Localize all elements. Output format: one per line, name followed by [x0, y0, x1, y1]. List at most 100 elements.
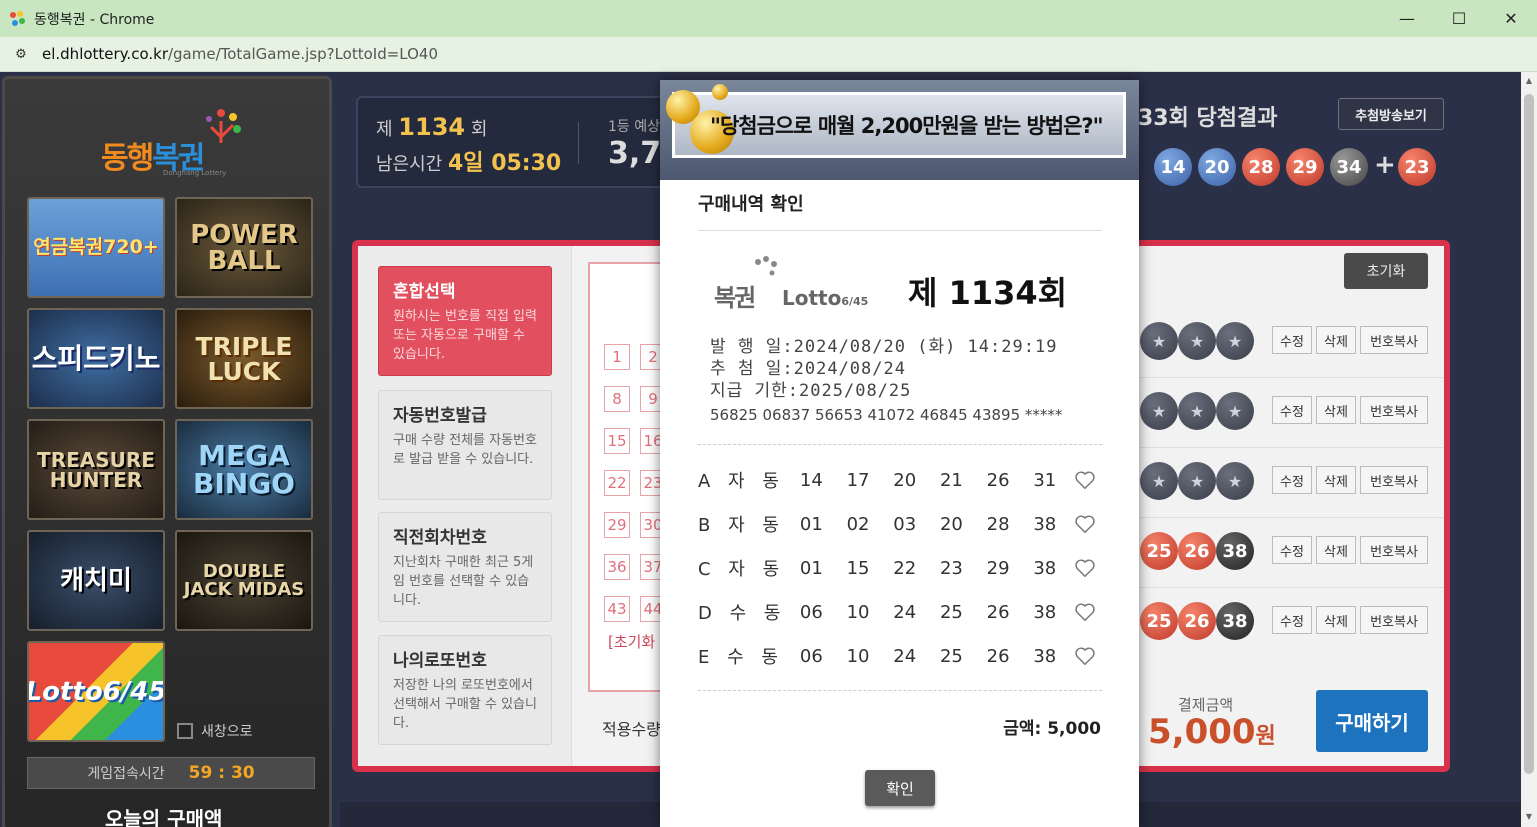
address-bar[interactable]: ⚙ el.dhlottery.co.kr /game/TotalGame.jsp… — [0, 37, 1537, 72]
slot-row: ★ ★ ★ 수정 삭제 번호복사 — [1128, 448, 1444, 518]
slot-ball: 26 — [1178, 532, 1216, 570]
game-tile-speedkeno[interactable]: 스피드키노 — [27, 308, 165, 409]
tile-triple-label: TRIPLE LUCK — [195, 331, 293, 386]
purchase-confirm-modal: "당첨금으로 매월 2,200만원을 받는 방법은?" 구매내역 확인 복권 L… — [660, 80, 1139, 827]
mode-previous[interactable]: 직전회차번호 지난회차 구매한 최근 5게임 번호를 선택할 수 있습니다. — [378, 512, 552, 622]
edit-button[interactable]: 수정 — [1272, 536, 1312, 564]
logo-subtitle: Donghang Lottery — [163, 169, 227, 177]
divider — [698, 444, 1102, 445]
game-tile-catchme[interactable]: 캐치미 — [27, 530, 165, 631]
heart-icon[interactable] — [1074, 557, 1096, 579]
mode-title: 혼합선택 — [393, 282, 456, 302]
logo-lotto-text: Lotto — [782, 286, 842, 310]
edit-button[interactable]: 수정 — [1272, 396, 1312, 424]
scroll-up-icon[interactable]: ▲ — [1524, 76, 1534, 86]
tile-catch-label: 캐치미 — [60, 565, 132, 596]
buy-button[interactable]: 구매하기 — [1316, 690, 1428, 752]
game-number: 20 — [939, 513, 963, 535]
game-tile-treasurehunter[interactable]: TREASURE HUNTER — [27, 419, 165, 520]
game-number: 02 — [846, 513, 870, 535]
game-label: C 자 동 — [698, 559, 786, 580]
delete-button[interactable]: 삭제 — [1316, 326, 1356, 354]
apply-quantity-label: 적용수량 — [602, 720, 661, 739]
new-window-option[interactable]: 새창으로 — [177, 721, 253, 741]
game-tile-powerball[interactable]: POWER BALL — [175, 197, 313, 298]
game-tile-tripleluck[interactable]: TRIPLE LUCK — [175, 308, 313, 409]
grid-number[interactable]: 36 — [604, 554, 630, 580]
close-button[interactable]: ✕ — [1485, 0, 1537, 37]
maximize-button[interactable]: ☐ — [1433, 0, 1485, 37]
game-number: 03 — [893, 513, 917, 535]
edit-button[interactable]: 수정 — [1272, 466, 1312, 494]
round-number: 1134 — [398, 113, 466, 141]
copy-button[interactable]: 번호복사 — [1360, 606, 1428, 634]
site-info-icon[interactable]: ⚙ — [6, 42, 36, 66]
tile-doublejack-label: DOUBLE JACK MIDAS — [183, 560, 305, 600]
site-logo[interactable]: 동행복권 Donghang Lottery — [101, 107, 251, 179]
mode-desc: 저장한 나의 로또번호에서 선택해서 구매할 수 있습니다. — [393, 678, 537, 731]
empty-ball-icon: ★ — [1216, 322, 1254, 360]
game-number: 38 — [1033, 601, 1057, 623]
broadcast-button[interactable]: 추첨방송보기 — [1338, 98, 1444, 130]
empty-ball-icon: ★ — [1216, 462, 1254, 500]
game-number: 23 — [939, 557, 963, 579]
grid-number[interactable]: 1 — [604, 344, 630, 370]
divider — [578, 122, 579, 164]
game-tile-megabingo[interactable]: MEGA BINGO — [175, 419, 313, 520]
grid-number[interactable]: 15 — [604, 428, 630, 454]
new-window-checkbox[interactable] — [177, 723, 193, 739]
tile-mega-label: MEGA BINGO — [193, 438, 295, 500]
ticket-round: 제 1134회 — [908, 274, 1068, 312]
winning-ball: 20 — [1198, 148, 1236, 186]
delete-button[interactable]: 삭제 — [1316, 466, 1356, 494]
mode-desc: 지난회차 구매한 최근 5게임 번호를 선택할 수 있습니다. — [393, 555, 534, 608]
heart-icon[interactable] — [1074, 469, 1096, 491]
grid-number[interactable]: 8 — [604, 386, 630, 412]
game-number: 26 — [986, 469, 1010, 491]
window-title: 동행복권 - Chrome — [34, 11, 155, 28]
game-number: 10 — [846, 645, 870, 667]
game-row: B 자 동 01 02 03 20 28 38 — [698, 504, 1102, 544]
slot-row: 25 26 38 수정 삭제 번호복사 — [1128, 518, 1444, 588]
game-tile-lotto645[interactable]: Lotto6/45 — [27, 641, 165, 742]
game-number: 25 — [939, 601, 963, 623]
grid-number[interactable]: 22 — [604, 470, 630, 496]
mode-mylotto[interactable]: 나의로또번호 저장한 나의 로또번호에서 선택해서 구매할 수 있습니다. — [378, 635, 552, 745]
lotto-logo: 복권 Lotto6/45 — [714, 256, 874, 316]
delete-button[interactable]: 삭제 — [1316, 396, 1356, 424]
mode-mixed[interactable]: 혼합선택 원하시는 번호를 직접 입력 또는 자동으로 구매할 수 있습니다. — [378, 266, 552, 376]
remain-label: 남은시간 — [376, 154, 443, 175]
edit-button[interactable]: 수정 — [1272, 326, 1312, 354]
heart-icon[interactable] — [1074, 601, 1096, 623]
promo-banner[interactable]: "당첨금으로 매월 2,200만원을 받는 방법은?" — [660, 80, 1139, 180]
grid-number[interactable]: 43 — [604, 596, 630, 622]
winning-ball: 14 — [1154, 148, 1192, 186]
heart-icon[interactable] — [1074, 513, 1096, 535]
copy-button[interactable]: 번호복사 — [1360, 326, 1428, 354]
mode-auto[interactable]: 자동번호발급 구매 수량 전체를 자동번호로 발급 받을 수 있습니다. — [378, 390, 552, 500]
copy-button[interactable]: 번호복사 — [1360, 466, 1428, 494]
delete-button[interactable]: 삭제 — [1316, 606, 1356, 634]
edit-button[interactable]: 수정 — [1272, 606, 1312, 634]
game-number: 25 — [939, 645, 963, 667]
grid-number[interactable]: 29 — [604, 512, 630, 538]
scroll-down-icon[interactable]: ▼ — [1524, 812, 1534, 822]
grid-reset-button[interactable]: [초기화 — [608, 631, 655, 652]
confirm-button[interactable]: 확인 — [865, 770, 935, 806]
copy-button[interactable]: 번호복사 — [1360, 396, 1428, 424]
tile-power-label: POWER BALL — [190, 219, 298, 276]
page-scrollbar[interactable]: ▲ ▼ — [1521, 72, 1537, 827]
scrollbar-thumb[interactable] — [1524, 94, 1534, 774]
selection-modes: 혼합선택 원하시는 번호를 직접 입력 또는 자동으로 구매할 수 있습니다. … — [358, 246, 572, 766]
copy-button[interactable]: 번호복사 — [1360, 536, 1428, 564]
plus-icon: + — [1374, 150, 1396, 180]
tile-treasure-label: TREASURE HUNTER — [37, 447, 155, 492]
slot-ball: 26 — [1178, 602, 1216, 640]
game-tile-doublejack[interactable]: DOUBLE JACK MIDAS — [175, 530, 313, 631]
game-number: 10 — [846, 601, 870, 623]
delete-button[interactable]: 삭제 — [1316, 536, 1356, 564]
heart-icon[interactable] — [1074, 645, 1096, 667]
initialize-button[interactable]: 초기화 — [1344, 253, 1428, 289]
minimize-button[interactable]: — — [1381, 0, 1433, 37]
game-tile-pension720[interactable]: 연금복권720+ — [27, 197, 165, 298]
